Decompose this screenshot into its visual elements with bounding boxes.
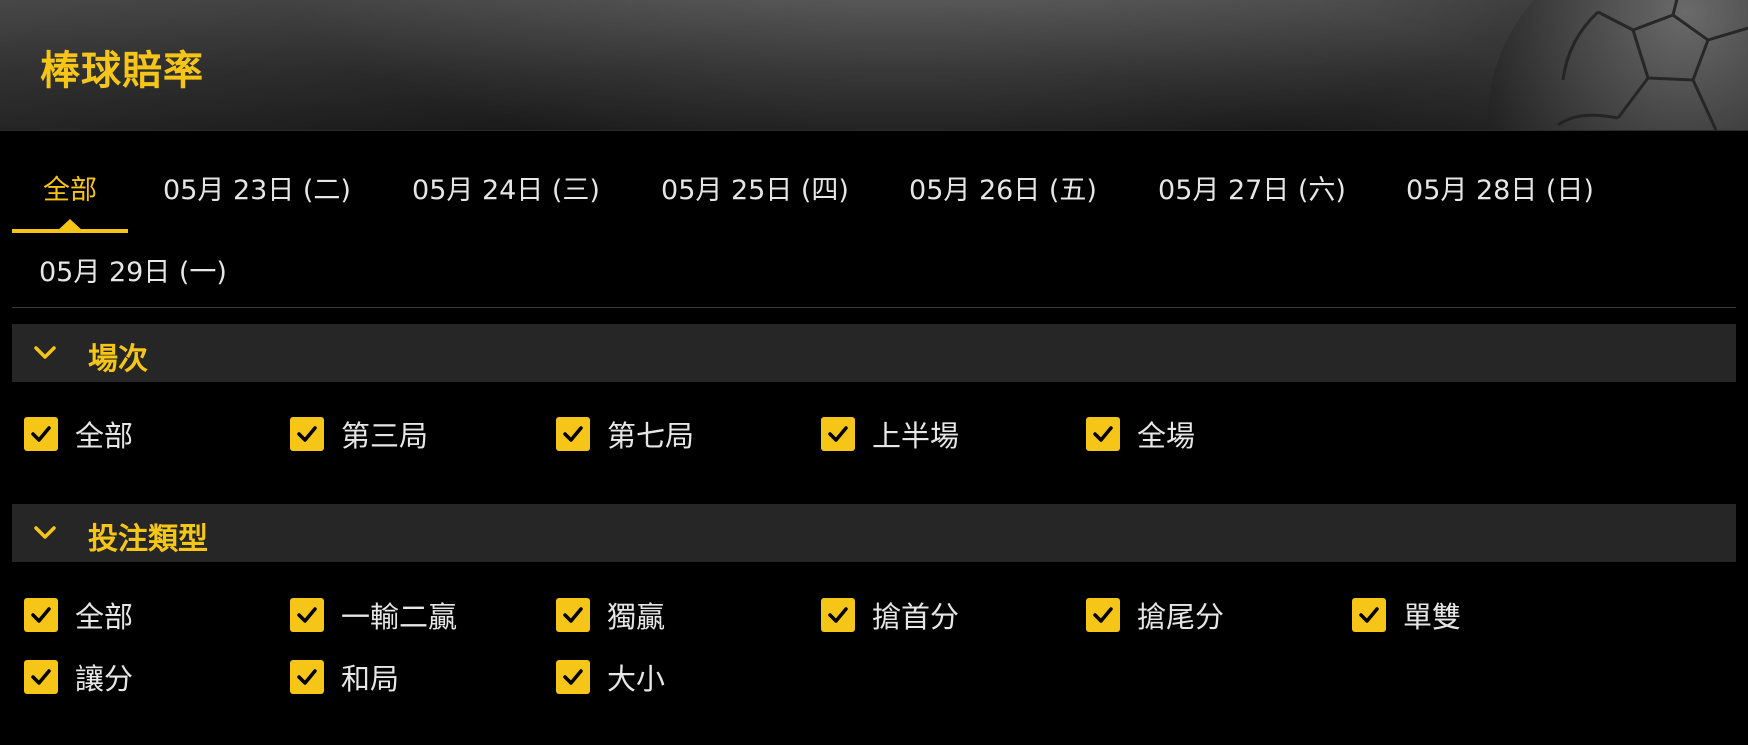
option-label: 讓分 bbox=[75, 662, 134, 696]
checkbox[interactable] bbox=[1086, 598, 1120, 632]
page-title: 棒球賠率 bbox=[40, 48, 204, 94]
checkbox[interactable] bbox=[24, 660, 58, 694]
option-label: 全部 bbox=[75, 419, 134, 453]
checkbox[interactable] bbox=[290, 417, 324, 451]
filter-option[interactable]: 上半場 bbox=[821, 414, 959, 454]
chevron-down-icon bbox=[34, 346, 56, 359]
option-label: 第三局 bbox=[341, 419, 429, 453]
option-label: 搶尾分 bbox=[1137, 600, 1225, 634]
odds-filter-panel: 全部 05月 23日 (二) 05月 24日 (三) 05月 25日 (四) 0… bbox=[0, 130, 1748, 745]
check-icon bbox=[31, 607, 51, 623]
tab-date[interactable]: 05月 28日 (日) bbox=[1400, 157, 1600, 217]
check-icon bbox=[1359, 607, 1379, 623]
checkbox[interactable] bbox=[24, 417, 58, 451]
option-label: 全部 bbox=[75, 600, 134, 634]
checkbox[interactable] bbox=[290, 598, 324, 632]
filter-option[interactable]: 搶尾分 bbox=[1086, 595, 1224, 635]
check-icon bbox=[1093, 607, 1113, 623]
filter-option[interactable]: 第三局 bbox=[290, 414, 428, 454]
check-icon bbox=[828, 607, 848, 623]
option-label: 全場 bbox=[1137, 419, 1196, 453]
header-banner: 棒球賠率 bbox=[0, 0, 1748, 130]
option-label: 上半場 bbox=[872, 419, 960, 453]
filter-option[interactable]: 讓分 bbox=[24, 657, 133, 697]
tab-date[interactable]: 05月 23日 (二) bbox=[157, 157, 357, 217]
check-icon bbox=[297, 669, 317, 685]
option-label: 獨贏 bbox=[607, 600, 666, 634]
option-label: 搶首分 bbox=[872, 600, 960, 634]
check-icon bbox=[563, 426, 583, 442]
check-icon bbox=[828, 426, 848, 442]
check-icon bbox=[563, 607, 583, 623]
filter-option[interactable]: 全部 bbox=[24, 414, 133, 454]
filter-option[interactable]: 單雙 bbox=[1352, 595, 1461, 635]
filter-option[interactable]: 大小 bbox=[556, 657, 665, 697]
tab-date[interactable]: 05月 27日 (六) bbox=[1152, 157, 1352, 217]
tab-all[interactable]: 全部 bbox=[12, 157, 128, 233]
tab-date[interactable]: 05月 24日 (三) bbox=[406, 157, 606, 217]
filter-option[interactable]: 一輸二贏 bbox=[290, 595, 457, 635]
checkbox[interactable] bbox=[821, 598, 855, 632]
chevron-down-icon bbox=[34, 526, 56, 539]
checkbox[interactable] bbox=[1086, 417, 1120, 451]
check-icon bbox=[1093, 426, 1113, 442]
filter-option[interactable]: 和局 bbox=[290, 657, 399, 697]
checkbox[interactable] bbox=[556, 598, 590, 632]
check-icon bbox=[297, 607, 317, 623]
filter-option[interactable]: 全部 bbox=[24, 595, 133, 635]
section-header-bet-type[interactable]: 投注類型 bbox=[12, 504, 1736, 562]
option-label: 單雙 bbox=[1403, 600, 1462, 634]
option-label: 一輸二贏 bbox=[341, 600, 458, 634]
tabs-divider bbox=[12, 307, 1736, 308]
filter-option[interactable]: 全場 bbox=[1086, 414, 1195, 454]
section-header-match[interactable]: 場次 bbox=[12, 324, 1736, 382]
check-icon bbox=[31, 669, 51, 685]
checkbox[interactable] bbox=[290, 660, 324, 694]
tab-date[interactable]: 05月 29日 (一) bbox=[39, 239, 239, 299]
check-icon bbox=[563, 669, 583, 685]
tab-date[interactable]: 05月 25日 (四) bbox=[655, 157, 855, 217]
checkbox[interactable] bbox=[556, 660, 590, 694]
checkbox[interactable] bbox=[556, 417, 590, 451]
filter-option[interactable]: 第七局 bbox=[556, 414, 694, 454]
filter-option[interactable]: 搶首分 bbox=[821, 595, 959, 635]
section-title: 場次 bbox=[88, 342, 148, 377]
check-icon bbox=[31, 426, 51, 442]
option-label: 和局 bbox=[341, 662, 400, 696]
tab-date[interactable]: 05月 26日 (五) bbox=[903, 157, 1103, 217]
filter-option[interactable]: 獨贏 bbox=[556, 595, 665, 635]
checkbox[interactable] bbox=[24, 598, 58, 632]
checkbox[interactable] bbox=[821, 417, 855, 451]
check-icon bbox=[297, 426, 317, 442]
section-title: 投注類型 bbox=[88, 522, 208, 557]
option-label: 大小 bbox=[607, 662, 666, 696]
option-label: 第七局 bbox=[607, 419, 695, 453]
checkbox[interactable] bbox=[1352, 598, 1386, 632]
soccer-ball-icon bbox=[1488, 0, 1748, 130]
